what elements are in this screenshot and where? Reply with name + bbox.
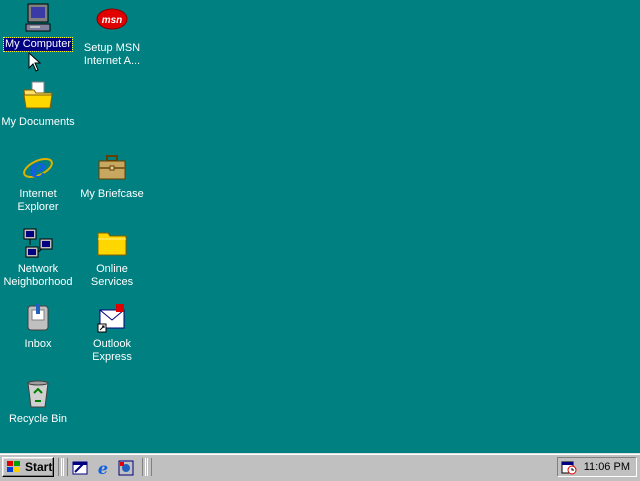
internet-explorer-icon: e (22, 152, 54, 184)
quick-launch-grip[interactable] (63, 458, 68, 476)
network-icon (22, 227, 54, 259)
taskbar-separator (142, 458, 146, 476)
desktop-icon-label: Setup MSN Internet A... (83, 42, 141, 67)
start-label: Start (25, 460, 53, 474)
desktop-icon-internet-explorer[interactable]: e Internet Explorer (0, 152, 76, 214)
desktop-icon-label: Inbox (24, 338, 52, 350)
folder-documents-icon (22, 80, 54, 112)
desktop-icon-outlook-express[interactable]: Outlook Express (74, 302, 150, 364)
outlook-express-icon (96, 302, 128, 334)
mouse-cursor-icon (28, 52, 42, 72)
taskbar: Start e 11:06 PM (0, 453, 640, 481)
show-desktop-icon[interactable] (71, 459, 89, 477)
desktop-icon-label: Online Services (90, 263, 134, 288)
desktop-icon-my-computer[interactable]: My Computer (0, 2, 76, 52)
msn-icon: msn (96, 6, 128, 38)
system-tray: 11:06 PM (557, 457, 637, 477)
inbox-icon (22, 302, 54, 334)
desktop-icon-setup-msn[interactable]: msn Setup MSN Internet A... (74, 6, 150, 68)
desktop-icon-label: My Computer (2, 37, 74, 52)
desktop-icon-network-neighborhood[interactable]: Network Neighborhood (0, 227, 76, 289)
folder-icon (96, 227, 128, 259)
desktop-icon-online-services[interactable]: Online Services (74, 227, 150, 289)
windows-logo-icon (7, 461, 20, 472)
taskbar-separator (58, 458, 62, 476)
desktop-icon-label: My Documents (1, 116, 75, 128)
svg-text:msn: msn (102, 15, 123, 26)
recycle-bin-icon (22, 377, 54, 409)
desktop-icon-label: Recycle Bin (8, 413, 68, 425)
channels-icon[interactable] (117, 459, 135, 477)
svg-text:e: e (98, 459, 108, 477)
desktop-icon-label: Outlook Express (92, 338, 132, 363)
scheduler-icon[interactable] (561, 459, 577, 475)
desktop[interactable]: My Computer msn Setup MSN Internet A... … (0, 0, 640, 453)
my-computer-icon (22, 2, 54, 34)
task-area-grip[interactable] (147, 458, 152, 476)
desktop-icon-recycle-bin[interactable]: Recycle Bin (0, 377, 76, 426)
desktop-icon-label: My Briefcase (80, 188, 144, 200)
briefcase-icon (96, 152, 128, 184)
start-button[interactable]: Start (2, 457, 54, 477)
internet-explorer-icon[interactable]: e (94, 459, 112, 477)
desktop-icon-my-documents[interactable]: My Documents (0, 80, 76, 129)
desktop-icon-inbox[interactable]: Inbox (0, 302, 76, 351)
taskbar-clock[interactable]: 11:06 PM (584, 461, 630, 473)
svg-text:e: e (30, 154, 47, 184)
desktop-icon-my-briefcase[interactable]: My Briefcase (74, 152, 150, 201)
desktop-icon-label: Internet Explorer (17, 188, 59, 213)
desktop-icon-label: Network Neighborhood (3, 263, 73, 288)
